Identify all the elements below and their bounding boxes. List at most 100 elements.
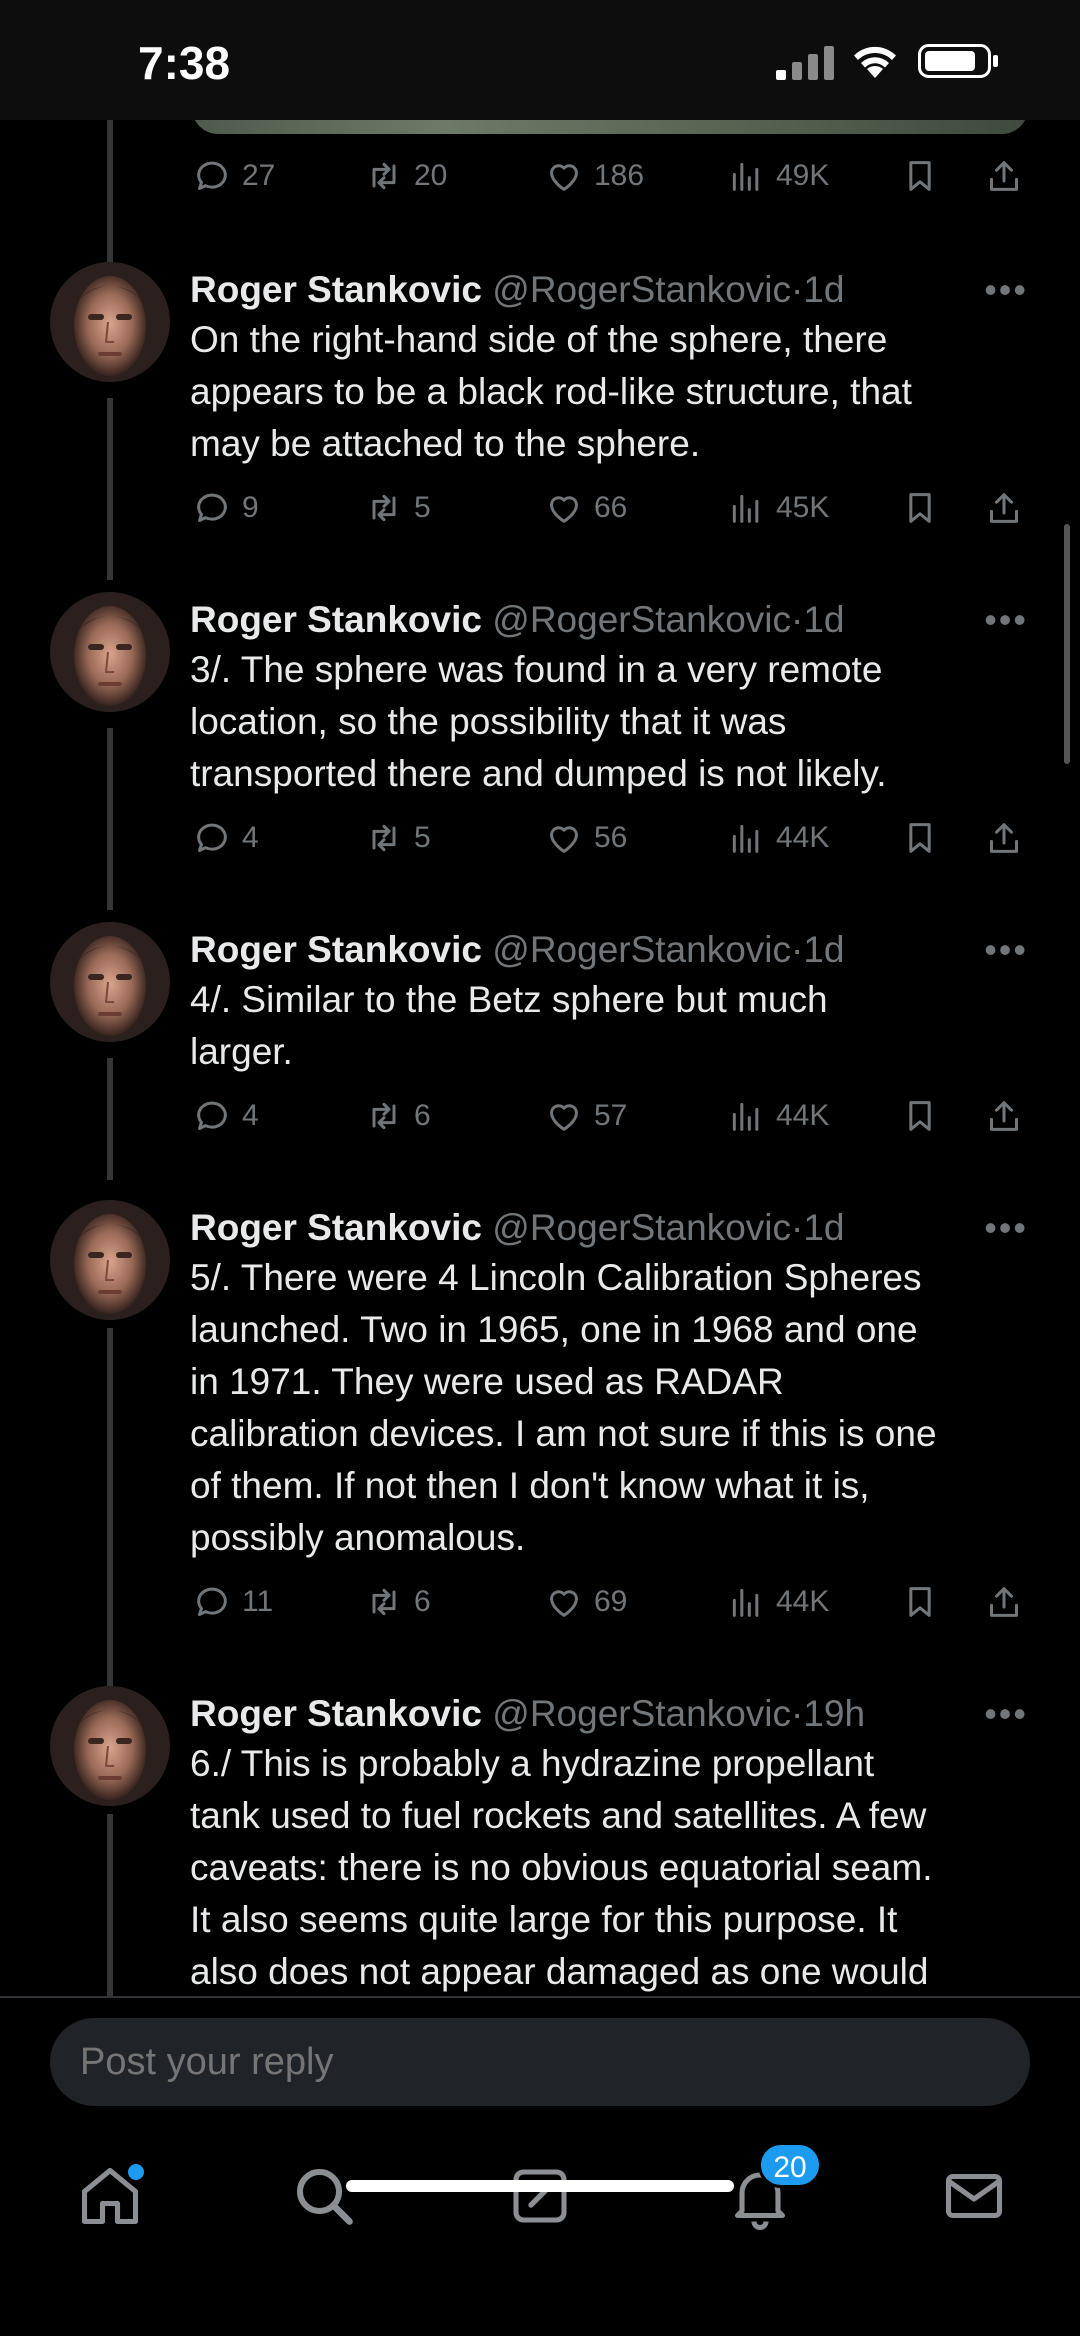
views-button[interactable]: 45K [726, 482, 829, 534]
tab-search[interactable] [288, 2160, 360, 2232]
tweet-actions: 11 6 69 44K [190, 1576, 1038, 1628]
like-button[interactable]: 66 [544, 482, 627, 534]
separator-dot: · [791, 599, 804, 640]
tab-messages[interactable] [938, 2160, 1010, 2232]
repost-count: 5 [414, 821, 431, 854]
more-icon[interactable]: ••• [984, 1686, 1028, 1742]
reply-composer [0, 1996, 1080, 2116]
bookmark-icon [909, 1101, 931, 1131]
like-icon [550, 1590, 578, 1617]
tweet-actions: 4 6 57 44K [190, 1090, 1038, 1142]
author-name[interactable]: Roger Stankovic [190, 929, 482, 970]
tweet-line: in 1971. They were used as RADAR [190, 1361, 784, 1402]
share-button[interactable] [984, 1576, 1024, 1628]
avatar[interactable] [50, 1200, 170, 1320]
repost-button[interactable]: 5 [364, 812, 431, 864]
repost-count: 5 [414, 491, 431, 524]
tweet-time[interactable]: 19h [803, 1693, 865, 1734]
share-icon [990, 161, 1018, 191]
bottom-tab-bar: 20 [0, 2116, 1080, 2336]
views-button[interactable]: 44K [726, 1090, 829, 1142]
avatar[interactable] [50, 592, 170, 712]
author-name[interactable]: Roger Stankovic [190, 269, 482, 310]
tweet-line: possibly anomalous. [190, 1517, 526, 1558]
share-button[interactable] [984, 1090, 1024, 1142]
repost-icon [372, 824, 396, 852]
reply-button[interactable]: 9 [192, 482, 259, 534]
reply-icon [197, 1101, 227, 1130]
repost-button[interactable]: 6 [364, 1576, 431, 1628]
reply-button[interactable]: 27 [192, 150, 275, 202]
scrollbar[interactable] [1064, 524, 1070, 764]
share-button[interactable] [984, 482, 1024, 534]
share-button[interactable] [984, 812, 1024, 864]
reply-icon [197, 1587, 227, 1616]
like-count: 66 [594, 491, 628, 524]
more-icon[interactable]: ••• [984, 1200, 1028, 1256]
tweet-line: transported there and dumped is not like… [190, 753, 887, 794]
reply-button[interactable]: 4 [192, 812, 259, 864]
more-icon[interactable]: ••• [984, 922, 1028, 978]
repost-button[interactable]: 6 [364, 1090, 431, 1142]
thread-connector [107, 1058, 113, 1180]
tweet-time[interactable]: 1d [803, 929, 844, 970]
like-button[interactable]: 57 [544, 1090, 627, 1142]
tweet-actions: 9 5 66 45K [190, 482, 1038, 534]
repost-button[interactable]: 20 [364, 150, 447, 202]
like-button[interactable]: 56 [544, 812, 627, 864]
avatar[interactable] [50, 922, 170, 1042]
author-handle[interactable]: @RogerStankovic [492, 1693, 791, 1734]
tweet-time[interactable]: 1d [803, 269, 844, 310]
tweet-line: launched. Two in 1965, one in 1968 and o… [190, 1309, 918, 1350]
tweet-line: caveats: there is no obvious equatorial … [190, 1847, 933, 1888]
reply-input[interactable] [50, 2018, 1030, 2106]
author-name[interactable]: Roger Stankovic [190, 599, 482, 640]
author-name[interactable]: Roger Stankovic [190, 1693, 482, 1734]
separator-dot: · [791, 269, 804, 310]
share-button[interactable] [984, 150, 1024, 202]
views-count: 49K [776, 159, 830, 192]
more-icon[interactable]: ••• [984, 262, 1028, 318]
views-icon [732, 1588, 759, 1617]
like-icon [550, 1104, 578, 1131]
reply-button[interactable]: 11 [192, 1576, 273, 1628]
tab-compose[interactable] [504, 2160, 576, 2232]
bookmark-button[interactable] [900, 150, 940, 202]
notifications-badge: 20 [758, 2142, 822, 2188]
avatar[interactable] [50, 1686, 170, 1806]
more-icon[interactable]: ••• [984, 592, 1028, 648]
bookmark-button[interactable] [900, 1576, 940, 1628]
home-indicator[interactable] [346, 2180, 734, 2192]
views-button[interactable]: 49K [726, 150, 829, 202]
like-icon [550, 164, 578, 191]
separator-dot: · [791, 1693, 804, 1734]
search-icon [297, 2169, 353, 2225]
thread-connector [107, 398, 113, 580]
repost-count: 6 [414, 1099, 431, 1132]
tweet-time[interactable]: 1d [803, 599, 844, 640]
bookmark-button[interactable] [900, 482, 940, 534]
tweet-time[interactable]: 1d [803, 1207, 844, 1248]
thread-feed[interactable]: 27 20 186 49K Roger Stankovic @RogerStan… [0, 0, 1080, 1996]
author-handle[interactable]: @RogerStankovic [492, 599, 791, 640]
views-button[interactable]: 44K [726, 1576, 829, 1628]
bookmark-button[interactable] [900, 1090, 940, 1142]
compose-icon [513, 2169, 567, 2223]
views-count: 44K [776, 1585, 830, 1618]
tweet-text: 3/. The sphere was found in a very remot… [190, 644, 1020, 800]
avatar[interactable] [50, 262, 170, 382]
author-handle[interactable]: @RogerStankovic [492, 1207, 791, 1248]
bookmark-button[interactable] [900, 812, 940, 864]
author-name[interactable]: Roger Stankovic [190, 1207, 482, 1248]
reply-button[interactable]: 4 [192, 1090, 259, 1142]
author-handle[interactable]: @RogerStankovic [492, 929, 791, 970]
like-icon [550, 826, 578, 853]
bookmark-icon [909, 823, 931, 853]
views-button[interactable]: 44K [726, 812, 829, 864]
repost-button[interactable]: 5 [364, 482, 431, 534]
views-icon [732, 824, 759, 853]
tweet-line: tank used to fuel rockets and satellites… [190, 1795, 927, 1836]
like-button[interactable]: 69 [544, 1576, 627, 1628]
like-button[interactable]: 186 [544, 150, 644, 202]
author-handle[interactable]: @RogerStankovic [492, 269, 791, 310]
